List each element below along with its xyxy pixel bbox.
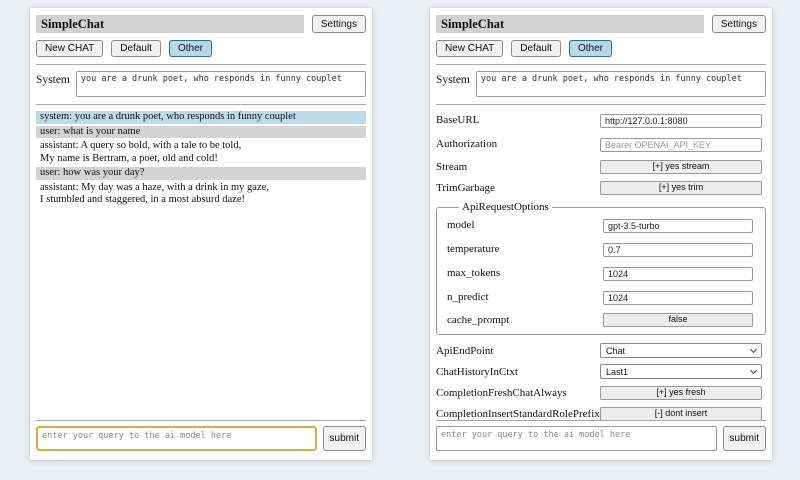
trimgarbage-label: TrimGarbage xyxy=(436,182,600,194)
api-request-options-group: ApiRequestOptions model temperature max_… xyxy=(436,201,766,335)
chat-history-label: ChatHistoryInCtxt xyxy=(436,366,600,378)
divider xyxy=(436,420,766,421)
cache-prompt-label: cache_prompt xyxy=(447,314,603,326)
session-tab-other[interactable]: Other xyxy=(569,40,612,57)
setting-row-cache-prompt: cache_prompt false xyxy=(447,312,753,327)
model-label: model xyxy=(447,219,603,231)
system-prompt-row: System you are a drunk poet, who respond… xyxy=(36,71,366,97)
settings-panel: SimpleChat Settings New CHAT Default Oth… xyxy=(430,8,772,460)
session-toolbar: New CHAT Default Other xyxy=(36,40,366,57)
submit-button[interactable]: submit xyxy=(323,426,366,451)
settings-form: BaseURL Authorization Stream [+] yes str… xyxy=(436,111,766,421)
submit-button[interactable]: submit xyxy=(723,426,766,451)
settings-button[interactable]: Settings xyxy=(312,15,366,33)
stream-toggle-button[interactable]: [+] yes stream xyxy=(600,160,762,174)
session-tab-other[interactable]: Other xyxy=(169,40,212,57)
chat-panel: SimpleChat Settings New CHAT Default Oth… xyxy=(30,8,372,460)
temperature-label: temperature xyxy=(447,243,603,255)
chat-history-select[interactable]: Last1 xyxy=(600,364,762,379)
system-prompt-input[interactable]: you are a drunk poet, who responds in fu… xyxy=(476,71,766,97)
setting-row-max-tokens: max_tokens xyxy=(447,264,753,282)
chat-message-assistant: assistant: My day was a haze, with a dri… xyxy=(36,182,366,207)
setting-row-temperature: temperature xyxy=(447,240,753,258)
user-query-input[interactable] xyxy=(436,426,717,451)
baseurl-input[interactable] xyxy=(600,114,762,128)
chat-header: SimpleChat Settings xyxy=(36,15,366,33)
session-tab-default[interactable]: Default xyxy=(111,40,161,57)
divider xyxy=(436,104,766,105)
stream-label: Stream xyxy=(436,161,600,173)
setting-row-trimgarbage: TrimGarbage [+] yes trim xyxy=(436,180,766,195)
completion-fresh-toggle-button[interactable]: [+] yes fresh xyxy=(600,386,762,400)
trimgarbage-toggle-button[interactable]: [+] yes trim xyxy=(600,181,762,195)
chat-message-user: user: how was your day? xyxy=(36,167,366,180)
chevron-down-icon xyxy=(750,367,757,374)
session-tab-default[interactable]: Default xyxy=(511,40,561,57)
app-title: SimpleChat xyxy=(36,15,304,33)
n-predict-label: n_predict xyxy=(447,291,603,303)
system-prompt-label: System xyxy=(36,71,70,97)
setting-row-completion-fresh: CompletionFreshChatAlways [+] yes fresh xyxy=(436,385,766,400)
model-input[interactable] xyxy=(603,219,753,233)
baseurl-label: BaseURL xyxy=(436,114,600,126)
query-bar: submit xyxy=(36,413,366,451)
setting-row-n-predict: n_predict xyxy=(447,288,753,306)
completion-fresh-label: CompletionFreshChatAlways xyxy=(436,387,600,399)
authorization-label: Authorization xyxy=(436,138,600,150)
settings-button[interactable]: Settings xyxy=(712,15,766,33)
chat-message-assistant: assistant: A query so bold, with a tale … xyxy=(36,140,366,165)
n-predict-input[interactable] xyxy=(603,291,753,305)
chat-message-user: user: what is your name xyxy=(36,126,366,139)
app-title: SimpleChat xyxy=(436,15,704,33)
chat-message-system: system: you are a drunk poet, who respon… xyxy=(36,111,366,124)
api-request-options-legend: ApiRequestOptions xyxy=(459,201,552,213)
cache-prompt-toggle-button[interactable]: false xyxy=(603,313,753,327)
api-endpoint-select[interactable]: Chat xyxy=(600,343,762,358)
system-prompt-input[interactable]: you are a drunk poet, who responds in fu… xyxy=(76,71,366,97)
api-endpoint-selected-value: Chat xyxy=(606,346,625,356)
divider xyxy=(36,104,366,105)
divider xyxy=(436,64,766,65)
setting-row-chat-history: ChatHistoryInCtxt Last1 xyxy=(436,364,766,379)
query-bar: submit xyxy=(436,413,766,451)
user-query-input[interactable] xyxy=(36,426,317,451)
setting-row-stream: Stream [+] yes stream xyxy=(436,159,766,174)
chat-history-selected-value: Last1 xyxy=(606,367,628,377)
setting-row-authorization: Authorization xyxy=(436,135,766,153)
system-prompt-row: System you are a drunk poet, who respond… xyxy=(436,71,766,97)
temperature-input[interactable] xyxy=(603,243,753,257)
new-chat-button[interactable]: New CHAT xyxy=(436,40,503,57)
divider xyxy=(36,64,366,65)
setting-row-model: model xyxy=(447,216,753,234)
authorization-input[interactable] xyxy=(600,138,762,152)
new-chat-button[interactable]: New CHAT xyxy=(36,40,103,57)
setting-row-baseurl: BaseURL xyxy=(436,111,766,129)
api-endpoint-label: ApiEndPoint xyxy=(436,345,600,357)
max-tokens-input[interactable] xyxy=(603,267,753,281)
chevron-down-icon xyxy=(750,346,757,353)
system-prompt-label: System xyxy=(436,71,470,97)
divider xyxy=(36,420,366,421)
session-toolbar: New CHAT Default Other xyxy=(436,40,766,57)
max-tokens-label: max_tokens xyxy=(447,267,603,279)
settings-header: SimpleChat Settings xyxy=(436,15,766,33)
chat-log: system: you are a drunk poet, who respon… xyxy=(36,111,366,207)
setting-row-api-endpoint: ApiEndPoint Chat xyxy=(436,343,766,358)
